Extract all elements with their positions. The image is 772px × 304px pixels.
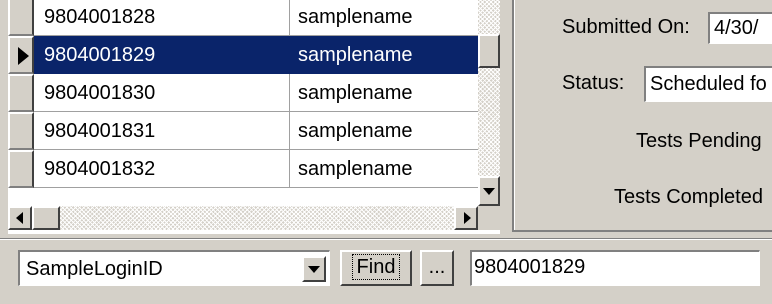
scroll-left-button[interactable] — [8, 206, 32, 230]
grid-empty-area — [8, 188, 478, 206]
tests-completed-label: Tests Completed — [614, 186, 763, 208]
row-selector[interactable] — [8, 150, 34, 188]
sample-id-cell[interactable]: 9804001830 — [34, 74, 290, 112]
sample-name-cell[interactable]: samplename — [290, 112, 478, 150]
scrollbar-corner — [478, 206, 500, 230]
arrow-left-icon — [16, 212, 23, 224]
toolbar-separator — [0, 238, 772, 240]
search-field-combo[interactable]: SampleLoginID — [18, 250, 330, 286]
find-button[interactable]: Find — [340, 250, 412, 286]
tests-pending-label: Tests Pending — [636, 130, 762, 152]
status-field[interactable]: Scheduled fo — [644, 66, 772, 102]
table-row[interactable]: 9804001832 samplename — [8, 150, 478, 188]
sample-id-cell[interactable]: 9804001828 — [34, 0, 290, 36]
scroll-down-button[interactable] — [478, 176, 500, 206]
more-options-button[interactable]: ... — [420, 250, 454, 286]
submitted-on-label: Submitted On: — [562, 16, 690, 38]
dropdown-button[interactable] — [302, 256, 326, 282]
vertical-scroll-thumb[interactable] — [478, 34, 500, 68]
chevron-down-icon — [308, 266, 320, 273]
arrow-down-icon — [483, 188, 495, 195]
row-selector[interactable] — [8, 74, 34, 112]
sample-grid[interactable]: 9804001828 samplename 9804001829 samplen… — [8, 0, 500, 234]
sample-id-cell[interactable]: 9804001832 — [34, 150, 290, 188]
splitter[interactable] — [500, 0, 512, 238]
horizontal-scroll-thumb[interactable] — [32, 206, 60, 230]
sample-name-cell[interactable]: samplename — [290, 0, 478, 36]
sample-name-cell[interactable]: samplename — [290, 74, 478, 112]
scroll-right-button[interactable] — [454, 206, 478, 230]
table-row-selected[interactable]: 9804001829 samplename — [8, 36, 478, 74]
row-selector[interactable] — [8, 0, 34, 36]
search-field-value[interactable]: SampleLoginID — [26, 256, 163, 282]
search-input[interactable]: 9804001829 — [470, 250, 760, 286]
submitted-on-field[interactable]: 4/30/ — [708, 12, 772, 44]
current-row-arrow-icon — [18, 47, 29, 65]
sample-name-cell[interactable]: samplename — [290, 36, 478, 74]
row-selector[interactable] — [8, 112, 34, 150]
row-selector[interactable] — [8, 36, 34, 74]
find-button-label: Find — [351, 254, 401, 280]
sample-id-cell[interactable]: 9804001829 — [34, 36, 290, 74]
status-label: Status: — [562, 72, 625, 94]
table-row[interactable]: 9804001830 samplename — [8, 74, 478, 112]
sample-name-cell[interactable]: samplename — [290, 150, 478, 188]
horizontal-scrollbar[interactable] — [8, 206, 478, 230]
table-row[interactable]: 9804001828 samplename — [8, 0, 478, 36]
sample-id-cell[interactable]: 9804001831 — [34, 112, 290, 150]
details-panel: Submitted On: 4/30/ Status: Scheduled fo… — [512, 0, 772, 232]
arrow-right-icon — [464, 212, 471, 224]
table-row[interactable]: 9804001831 samplename — [8, 112, 478, 150]
